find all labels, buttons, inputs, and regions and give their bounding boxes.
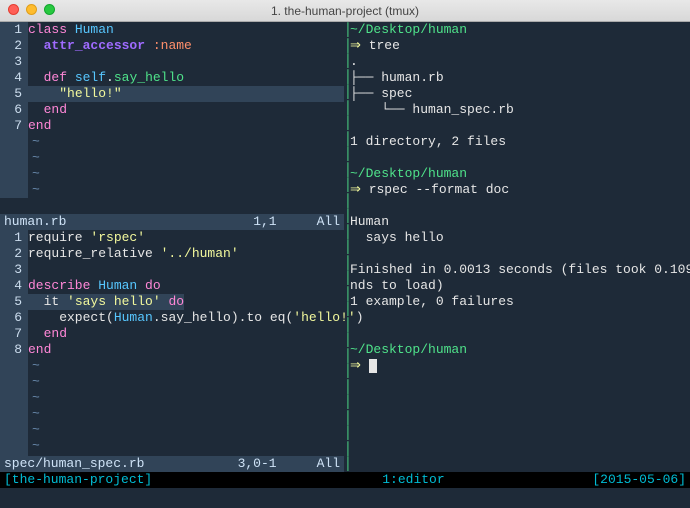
vim-statusline-bottom: spec/human_spec.rb 3,0-1 All (0, 456, 344, 472)
status-file: spec/human_spec.rb (4, 456, 144, 472)
tmux-statusbar: [the-human-project] 1:editor [2015-05-06… (0, 472, 690, 488)
shell-pane[interactable]: ~/Desktop/human⇒ tree.├── human.rb├── sp… (350, 22, 690, 488)
tmux-window-name: 1:editor (152, 472, 592, 488)
tmux-date: [2015-05-06] (592, 472, 686, 488)
line-number-gutter: 1234567 (0, 22, 28, 198)
window-titlebar: 1. the-human-project (tmux) (0, 0, 690, 22)
vim-statusline-top: human.rb 1,1 All (0, 214, 344, 230)
cursor-icon (369, 359, 377, 373)
tmux-session-name: [the-human-project] (4, 472, 152, 488)
terminal-area[interactable]: 1234567 class Human attr_accessor :name … (0, 22, 690, 488)
code-area-top[interactable]: class Human attr_accessor :name def self… (28, 22, 344, 198)
window-title: 1. the-human-project (tmux) (271, 4, 419, 18)
status-pct: All (317, 214, 340, 230)
traffic-lights (8, 4, 55, 15)
close-icon[interactable] (8, 4, 19, 15)
status-pct: All (317, 456, 340, 472)
vim-pane-top[interactable]: 1234567 class Human attr_accessor :name … (0, 22, 344, 214)
status-pos: 1,1 (253, 214, 276, 230)
line-number-gutter: 12345678 (0, 230, 28, 486)
status-pos: 3,0-1 (238, 456, 277, 472)
status-file: human.rb (4, 214, 66, 230)
left-column: 1234567 class Human attr_accessor :name … (0, 22, 344, 488)
minimize-icon[interactable] (26, 4, 37, 15)
zoom-icon[interactable] (44, 4, 55, 15)
